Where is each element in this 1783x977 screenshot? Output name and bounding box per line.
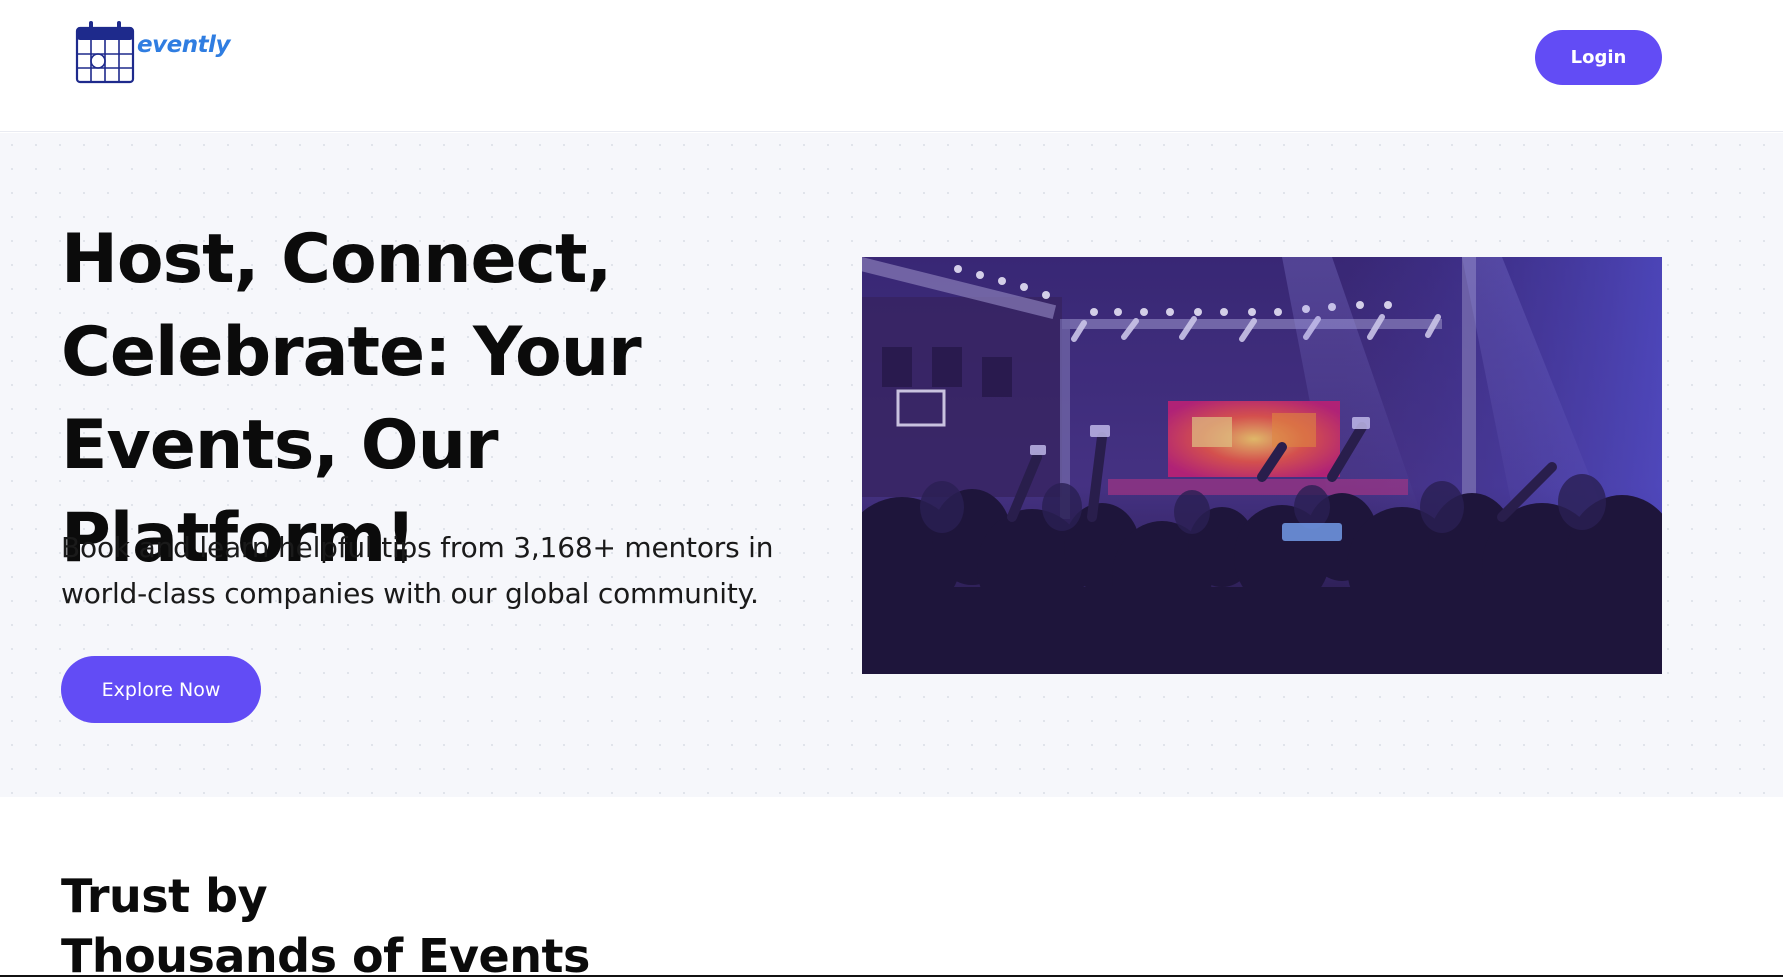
login-button[interactable]: Login [1535, 30, 1662, 85]
hero-image [862, 257, 1662, 674]
explore-now-button[interactable]: Explore Now [61, 656, 261, 723]
calendar-icon [75, 21, 135, 84]
page: evently Login Host, Connect, Celebrate: … [0, 0, 1783, 977]
logo-link[interactable]: evently [75, 20, 230, 84]
trust-section-title: Trust by Thousands of Events [61, 869, 590, 977]
site-header: evently Login [0, 0, 1783, 132]
logo-text: evently [137, 32, 230, 58]
concert-crowd-image [862, 257, 1662, 674]
hero-subtitle: Book and learn helpful tips from 3,168+ … [61, 531, 774, 610]
hero-section: Host, Connect, Celebrate: Your Events, O… [0, 133, 1783, 797]
